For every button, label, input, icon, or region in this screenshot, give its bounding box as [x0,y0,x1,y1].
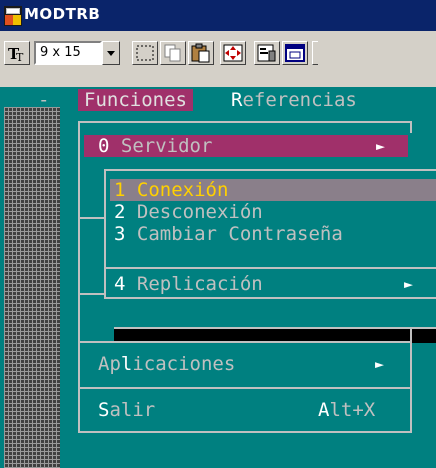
replicacion-text: Replicación [125,273,263,295]
menu-funciones[interactable]: Funciones [78,89,193,111]
dropdown-border-top [78,121,412,123]
console-area[interactable]: - Funciones Referencias 0 Servidor ► 1 C… [0,87,436,468]
salir-shortcut: Alt+X [318,399,375,421]
submenu-item-conexion[interactable]: 1 Conexión [110,179,436,201]
conexion-label: 1 Conexión [114,179,228,201]
submenu-item-cambiar-contrasena[interactable]: 3 Cambiar Contraseña [114,223,343,245]
chevron-right-icon: ► [376,137,386,155]
chevron-right-icon: ► [375,355,385,373]
window-title: MODTRB [24,5,101,23]
background-pattern [4,107,60,468]
menu-referencias-label: eferencias [242,89,357,111]
submenu-divider [104,267,436,269]
dropdown-border-right-lower [410,327,412,433]
dropdown-divider-1 [78,341,412,343]
toolbar-overflow [312,41,318,65]
menu-shadow-edge [114,327,436,329]
conexion-hotkey: 1 [114,179,126,201]
dropdown-border-bottom [78,431,412,433]
aplicaciones-text-pre: Ap [98,353,121,375]
dropdown-divider-2 [78,387,412,389]
submenu-border-bottom [104,297,436,299]
dropdown-connector [78,217,104,219]
aplicaciones-hotkey: l [120,353,133,375]
salir-shortcut-rest: lt+X [329,399,376,421]
cambiar-hotkey: 3 [114,223,126,245]
replicacion-hotkey: 4 [114,273,126,295]
ms-dos-app-icon[interactable] [4,6,22,26]
dropdown-border-right [410,121,412,133]
font-size-select[interactable]: 9 x 15 [34,41,102,65]
servidor-label: 0 Servidor [98,135,212,157]
servidor-hotkey: 0 [98,135,110,157]
fullscreen-icon[interactable] [220,41,246,65]
desconexion-hotkey: 2 [114,201,126,223]
submenu-border-top [104,169,436,171]
chevron-down-icon[interactable] [102,41,120,65]
dropdown-connector-2 [78,293,104,295]
paste-icon[interactable] [188,41,214,65]
toolbar: T T 9 x 15 [0,31,436,87]
mark-icon[interactable] [132,41,158,65]
desconexion-text: Desconexión [125,201,263,223]
submenu-item-replicacion[interactable]: 4 Replicación [114,273,263,295]
salir-hotkey: S [98,399,110,421]
copy-icon[interactable] [160,41,186,65]
menu-referencias-hotkey: R [231,89,243,111]
submenu-border-left [104,169,106,299]
properties-icon[interactable] [254,41,280,65]
menu-referencias[interactable]: Referencias [231,89,357,111]
menu-item-servidor[interactable]: 0 Servidor ► [84,135,408,157]
conexion-text: Conexión [125,179,229,201]
chevron-right-icon: ► [404,275,414,293]
menu-item-salir[interactable]: Salir [98,399,155,421]
salir-text: alir [109,399,156,421]
aplicaciones-text-post: icaciones [132,353,236,375]
title-bar[interactable]: MODTRB [0,0,436,31]
cambiar-text: Cambiar Contraseña [125,223,343,245]
background-icon[interactable] [282,41,308,65]
svg-text:T: T [16,51,24,64]
menu-dash: - [38,89,50,111]
servidor-text: Servidor [109,135,213,157]
submenu-item-desconexion[interactable]: 2 Desconexión [114,201,263,223]
font-icon[interactable]: T T [4,41,30,65]
salir-shortcut-key: A [318,399,330,421]
menu-item-aplicaciones[interactable]: Aplicaciones [98,353,235,375]
